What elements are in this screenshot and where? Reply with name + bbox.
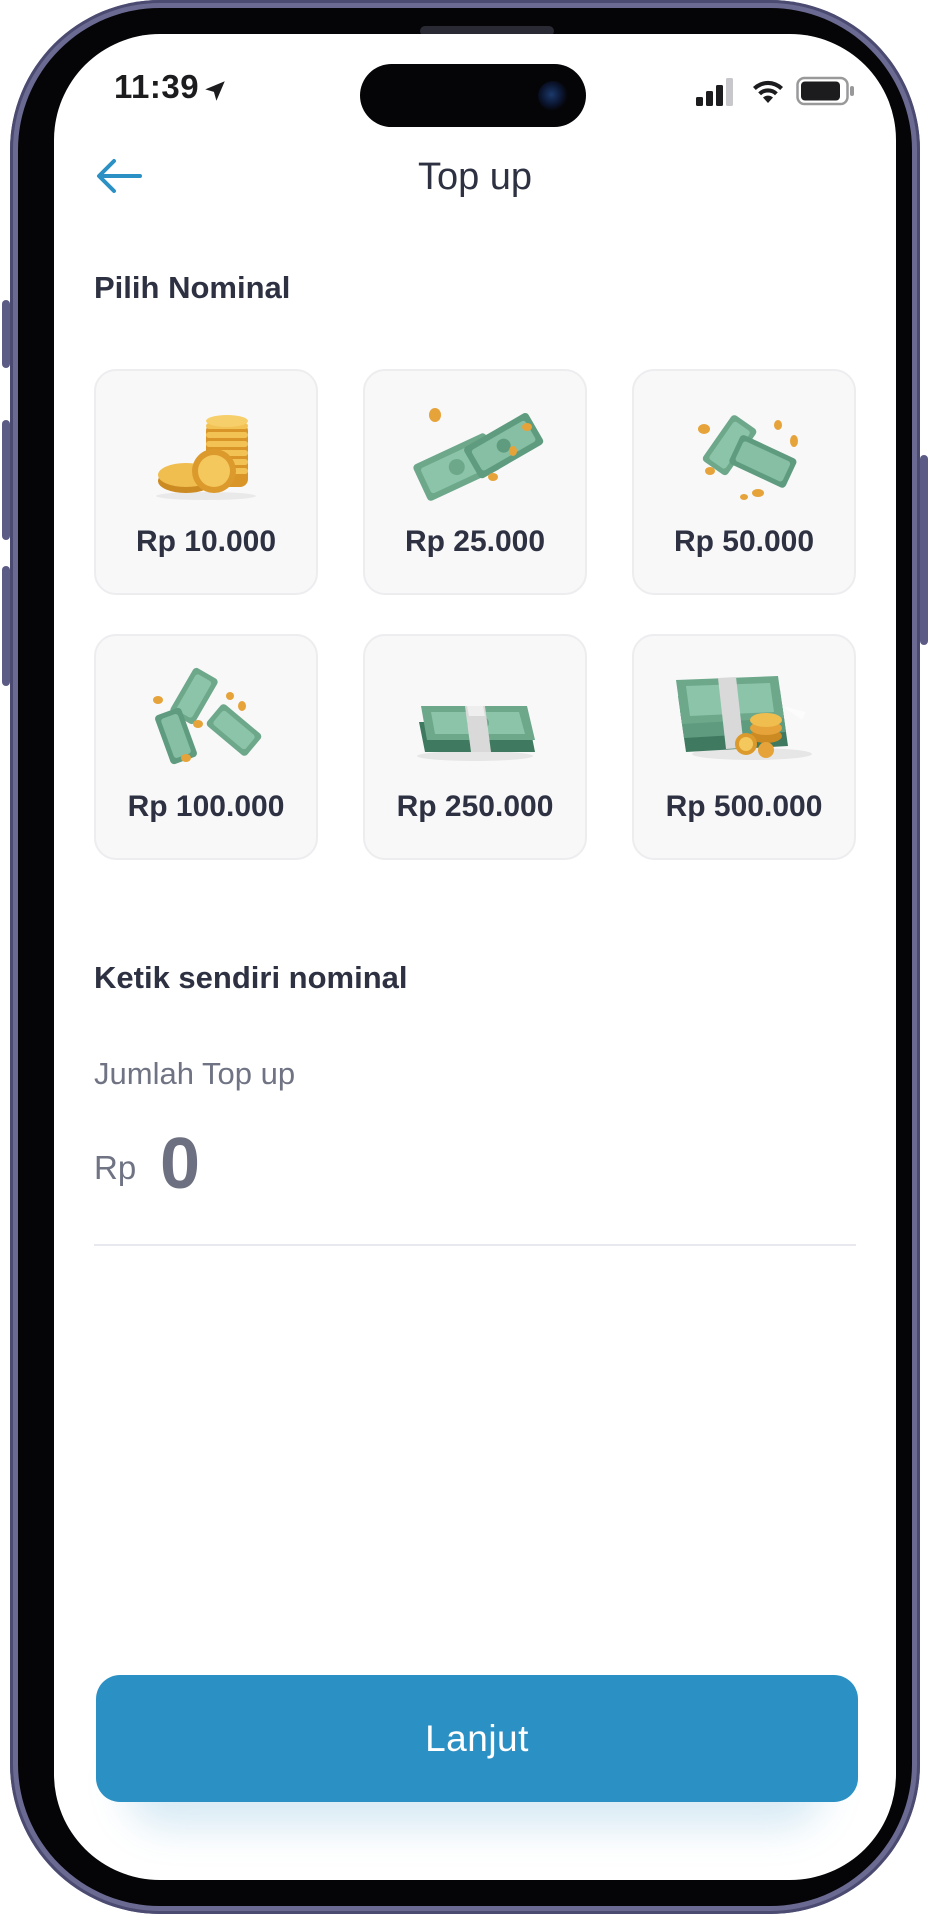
action-button [2, 300, 10, 368]
amount-input[interactable] [160, 1122, 850, 1206]
nominal-option-50000[interactable]: Rp 50.000 [632, 369, 856, 595]
dynamic-island [360, 64, 586, 127]
nominal-grid: Rp 10.000 Rp 25.000 Rp 50.000 Rp 100.000… [94, 369, 856, 860]
preset-section-title: Pilih Nominal [94, 270, 291, 305]
nominal-option-250000[interactable]: Rp 250.000 [363, 634, 587, 860]
nominal-option-25000[interactable]: Rp 25.000 [363, 369, 587, 595]
volume-down-button [2, 566, 10, 686]
location-arrow-icon [205, 81, 225, 101]
nominal-label: Rp 500.000 [665, 790, 823, 823]
battery-icon [796, 76, 854, 106]
page-title: Top up [417, 156, 533, 198]
flying-cash-icon [698, 415, 798, 500]
amount-input-label: Jumlah Top up [94, 1056, 296, 1091]
status-time: 11:39 [114, 68, 200, 105]
cash-stack-coins-icon [676, 676, 812, 760]
cellular-signal-icon [696, 78, 733, 106]
custom-section-title: Ketik sendiri nominal [94, 960, 408, 995]
amount-divider [94, 1244, 856, 1246]
cash-notes-icon [413, 408, 544, 501]
nominal-label: Rp 10.000 [135, 525, 277, 558]
scattered-cash-icon [153, 667, 262, 765]
nominal-option-500000[interactable]: Rp 500.000 [632, 634, 856, 860]
continue-button[interactable]: Lanjut [96, 1675, 858, 1802]
nominal-label: Rp 250.000 [396, 790, 554, 823]
nominal-label: Rp 100.000 [127, 790, 285, 823]
coin-stack-icon [156, 415, 256, 500]
nominal-option-10000[interactable]: Rp 10.000 [94, 369, 318, 595]
cash-bundle-icon [417, 706, 535, 761]
nominal-label: Rp 25.000 [404, 525, 546, 558]
nominal-option-100000[interactable]: Rp 100.000 [94, 634, 318, 860]
wifi-icon [753, 80, 783, 103]
app-screen: 11:39 Top up Pilih Nominal Rp 10.000 Rp … [54, 34, 896, 1880]
phone-frame: 11:39 Top up Pilih Nominal Rp 10.000 Rp … [2, 0, 928, 1914]
volume-up-button [2, 420, 10, 540]
currency-prefix: Rp [94, 1149, 137, 1186]
nominal-label: Rp 50.000 [673, 525, 815, 558]
power-button [920, 455, 928, 645]
front-camera [538, 81, 568, 111]
